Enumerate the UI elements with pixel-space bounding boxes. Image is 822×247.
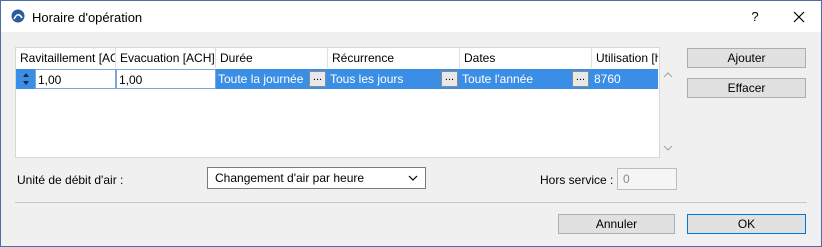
duree-ellipsis-button[interactable]: ... (309, 71, 326, 87)
window-title: Horaire d'opération (32, 10, 143, 25)
out-of-service-input[interactable]: 0 (617, 168, 677, 190)
close-button[interactable] (789, 7, 809, 27)
schedule-table[interactable]: Ravitaillement [ACH] Evacuation [ACH] Du… (15, 47, 660, 158)
utilisation-cell: 8760 (594, 72, 621, 86)
ravitaillement-input[interactable]: 1,00 (35, 69, 116, 89)
column-header-recurrence[interactable]: Récurrence (328, 48, 460, 68)
title-bar: Horaire d'opération ? (1, 1, 821, 32)
updown-arrows-icon (23, 73, 29, 85)
airflow-unit-select[interactable]: Changement d'air par heure (207, 167, 426, 189)
column-header-duree[interactable]: Durée (216, 48, 328, 68)
recurrence-ellipsis-button[interactable]: ... (441, 71, 458, 87)
dates-ellipsis-button[interactable]: ... (572, 71, 589, 87)
dialog-window: Horaire d'opération ? Ravitaillement [AC… (0, 0, 822, 247)
duree-cell[interactable]: Toute la journée (216, 69, 308, 89)
column-header-ravitaillement[interactable]: Ravitaillement [ACH] (16, 48, 116, 68)
out-of-service-label: Hors service : (540, 173, 614, 187)
chevron-down-icon (408, 175, 418, 181)
help-button[interactable]: ? (745, 7, 765, 27)
evacuation-input[interactable]: 1,00 (116, 69, 216, 89)
airflow-unit-label: Unité de débit d'air : (17, 173, 124, 187)
column-header-utilisation[interactable]: Utilisation [h] (592, 48, 658, 68)
app-logo-icon (11, 9, 25, 23)
scroll-down-arrow-icon[interactable] (663, 144, 673, 154)
close-icon (793, 11, 805, 23)
cancel-button[interactable]: Annuler (558, 214, 675, 234)
row-reorder-handle[interactable] (17, 69, 35, 89)
column-header-dates[interactable]: Dates (460, 48, 592, 68)
scroll-up-arrow-icon[interactable] (663, 71, 673, 81)
divider (15, 202, 807, 203)
airflow-unit-value: Changement d'air par heure (215, 171, 365, 185)
dates-cell[interactable]: Toute l'année (460, 69, 572, 89)
ok-button[interactable]: OK (687, 214, 806, 234)
recurrence-cell[interactable]: Tous les jours (328, 69, 440, 89)
clear-button[interactable]: Effacer (687, 78, 806, 98)
column-header-evacuation[interactable]: Evacuation [ACH] (116, 48, 216, 68)
add-button[interactable]: Ajouter (687, 48, 806, 68)
